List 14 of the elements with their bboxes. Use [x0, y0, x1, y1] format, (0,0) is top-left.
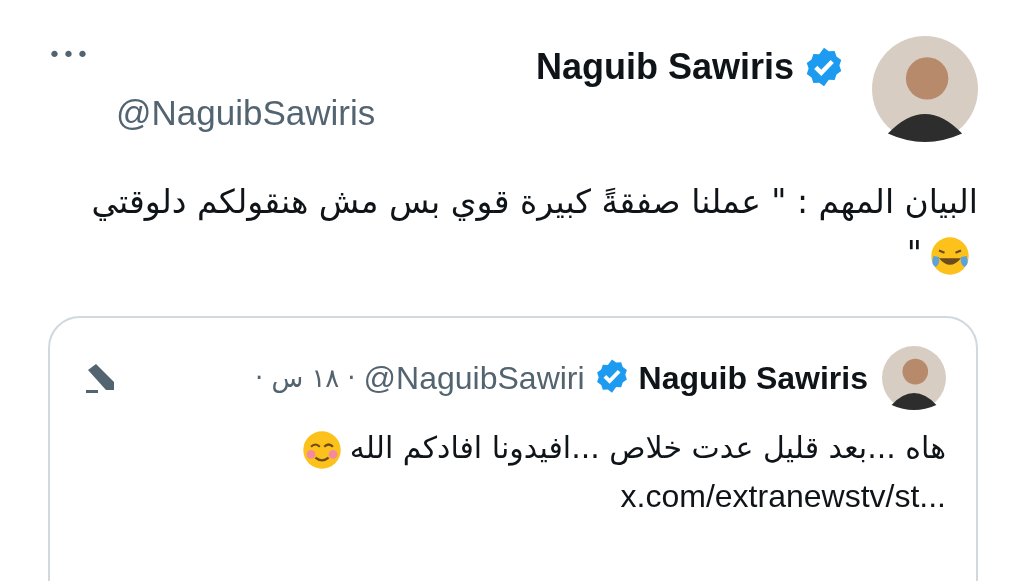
tweet-link[interactable]: x.com/extranewstv/st...: [620, 472, 946, 520]
tweet-text: البيان المهم : " عملنا صفقةً كبيرة قوي بس مش هنقولكم دلوقتي: [91, 182, 978, 221]
tweet-time: ١٨ س: [271, 363, 340, 393]
author-name[interactable]: Naguib Sawiris: [535, 46, 794, 88]
quoted-author-handle: @NaguibSawiri: [363, 359, 585, 397]
separator-dot: ·: [347, 363, 356, 393]
quoted-tweet-text: هاه ...بعد قليل عدت خلاص ...افيدونا افادكم الله: [349, 430, 946, 465]
quote-mark: ": [906, 234, 922, 273]
avatar-icon[interactable]: [882, 346, 946, 410]
separator-dot: ·: [255, 363, 264, 393]
author-handle[interactable]: @NaguibSawiris: [115, 93, 846, 133]
quoted-author-name: Naguib Sawiris: [638, 359, 868, 397]
more-options-button[interactable]: •••: [48, 42, 90, 67]
avatar-icon[interactable]: [872, 36, 978, 142]
